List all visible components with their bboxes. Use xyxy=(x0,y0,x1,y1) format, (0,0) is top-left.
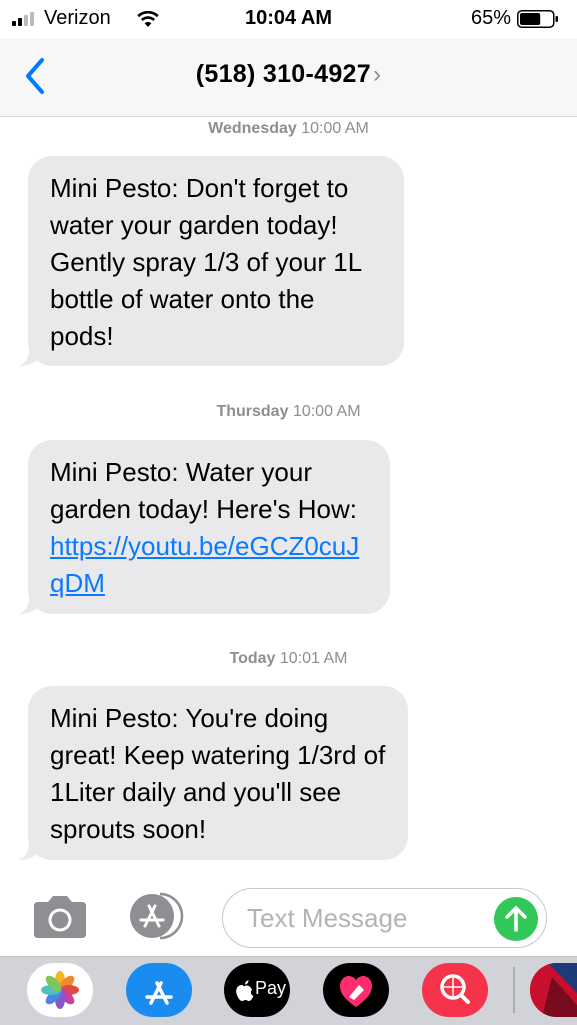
bubble-tail xyxy=(18,340,44,366)
battery-icon xyxy=(517,10,558,28)
message-input-wrapper xyxy=(222,888,547,948)
message-link[interactable]: https://youtu.be/eGCZ0cuJqDM xyxy=(50,531,359,598)
camera-icon[interactable] xyxy=(30,894,90,940)
apple-pay-label: Pay xyxy=(255,978,287,998)
message-bubble[interactable]: Mini Pesto: Don't forget to water your g… xyxy=(18,156,404,366)
timestamp: Wednesday 10:00 AM xyxy=(208,120,369,137)
apple-pay-app-icon[interactable]: Pay xyxy=(224,963,290,1017)
app-drawer: Pay xyxy=(0,956,577,1025)
bubble-tail xyxy=(18,834,44,860)
send-button[interactable] xyxy=(494,897,538,941)
send-arrow-icon xyxy=(505,906,527,932)
bubble-tail xyxy=(18,588,44,614)
message-bubble[interactable]: Mini Pesto: You're doing great! Keep wat… xyxy=(18,686,408,860)
contact-name: (518) 310-4927 xyxy=(195,60,371,88)
contact-name-button[interactable]: (518) 310-4927› xyxy=(0,60,577,89)
battery-percent: 65% xyxy=(470,7,511,29)
timestamp: Today 10:01 AM xyxy=(229,650,348,667)
message-text: Mini Pesto: Water your garden today! Her… xyxy=(50,457,358,524)
partial-app-icon[interactable] xyxy=(530,963,577,1017)
status-bar: Verizon 10:04 AM 65% xyxy=(0,0,577,38)
app-store-icon[interactable] xyxy=(126,892,190,940)
app-store-app-icon[interactable] xyxy=(126,963,192,1017)
message-bubble[interactable]: Mini Pesto: Water your garden today! Her… xyxy=(18,440,390,614)
composer-bar xyxy=(0,880,577,956)
timestamp: Thursday 10:00 AM xyxy=(216,403,361,420)
message-input[interactable] xyxy=(245,899,489,937)
digital-touch-app-icon[interactable] xyxy=(323,963,389,1017)
dock-separator xyxy=(513,967,515,1013)
message-text: Mini Pesto: Don't forget to water your g… xyxy=(50,173,362,351)
chevron-right-icon: › xyxy=(372,61,382,88)
conversation-header: (518) 310-4927› xyxy=(0,38,577,117)
photos-app-icon[interactable] xyxy=(27,963,93,1017)
images-search-app-icon[interactable] xyxy=(422,963,488,1017)
message-text: Mini Pesto: You're doing great! Keep wat… xyxy=(50,703,386,844)
